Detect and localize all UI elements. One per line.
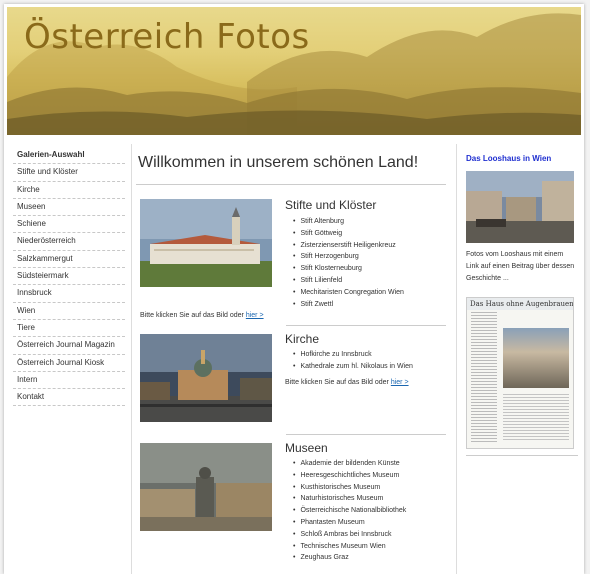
click-hint-text: Bitte klicken Sie auf das Bild oder <box>285 379 389 386</box>
sidebar-item-stifte[interactable]: Stifte und Klöster <box>13 164 125 182</box>
sidebar-item-journal-magazin[interactable]: Österreich Journal Magazin <box>13 337 125 355</box>
site-title[interactable]: Österreich Fotos <box>24 17 310 57</box>
gallery-section-stifte: Stifte und Klöster Stift Altenburg Stift… <box>136 185 446 325</box>
list-item: Schloß Ambras bei Innsbruck <box>300 529 406 541</box>
list-item: Zeughaus Graz <box>300 552 406 564</box>
sidebar-item-salzkammergut[interactable]: Salzkammergut <box>13 251 125 269</box>
list-item: Kusthistorisches Museum <box>300 482 406 494</box>
list-item: Österreichische Nationalbibliothek <box>300 505 406 517</box>
gallery-section-museen: Museen Akademie der bildenden Künste Hee… <box>136 435 446 574</box>
section-title: Kirche <box>285 332 320 346</box>
sidebar-item-niederoesterreich[interactable]: Niederösterreich <box>13 233 125 251</box>
sidebar-item-kirche[interactable]: Kirche <box>13 182 125 199</box>
main-content: Willkommen in unserem schönen Land! Stif… <box>136 144 446 574</box>
sidebar-item-tiere[interactable]: Tiere <box>13 320 125 338</box>
list-item: Stift Klosterneuburg <box>300 263 404 275</box>
divider <box>466 455 578 456</box>
click-hint: Bitte klicken Sie auf das Bild oder hier… <box>140 312 264 319</box>
list-item: Mechitaristen Congregation Wien <box>300 287 404 299</box>
list-item: Kathedrale zum hl. Nikolaus in Wien <box>300 361 412 373</box>
thumbnail-museen[interactable] <box>140 443 272 531</box>
list-item: Heeresgeschichtliches Museum <box>300 470 406 482</box>
list-item: Technisches Museum Wien <box>300 541 406 553</box>
sidebar-item-intern[interactable]: Intern <box>13 372 125 390</box>
click-hint-text: Bitte klicken Sie auf das Bild oder <box>140 312 244 319</box>
sidebar-item-kontakt[interactable]: Kontakt <box>13 389 125 407</box>
list-item: Hofkirche zu Innsbruck <box>300 349 413 361</box>
aside-text: Fotos vom Looshaus mit einem Link auf ei… <box>466 251 575 282</box>
click-hint: Bitte klicken Sie auf das Bild oder hier… <box>285 379 409 386</box>
article-headline: Das Haus ohne Augenbrauen <box>467 298 573 310</box>
sidebar-nav: Galerien-Auswahl Stifte und Klöster Kirc… <box>13 147 125 407</box>
looshaus-photo[interactable] <box>466 171 574 243</box>
here-link[interactable]: hier > <box>391 379 409 386</box>
sidebar-item-museen[interactable]: Museen <box>13 199 125 217</box>
aside-title[interactable]: Das Looshaus in Wien <box>466 154 578 163</box>
sidebar-heading-galerien: Galerien-Auswahl <box>13 147 125 165</box>
section-title: Museen <box>285 441 328 455</box>
sidebar-item-suedsteiermark[interactable]: Südsteiermark <box>13 268 125 286</box>
here-link[interactable]: hier > <box>246 312 264 319</box>
list-item: Stift Altenburg <box>300 216 404 228</box>
section-list: Akademie der bildenden Künste Heeresgesc… <box>300 458 406 564</box>
list-item: Stift Zwettl <box>300 299 404 311</box>
thumbnail-kirche[interactable] <box>140 334 272 422</box>
column-divider <box>456 144 457 574</box>
list-item: Stift Herzogenburg <box>300 251 404 263</box>
sidebar-item-schiene[interactable]: Schiene <box>13 216 125 234</box>
list-item: Stift Lilienfeld <box>300 275 404 287</box>
column-divider <box>131 144 132 574</box>
thumbnail-stift[interactable] <box>140 199 272 287</box>
gallery-section-kirche: Kirche Hofkirche zu Innsbruck Kathedrale… <box>136 326 446 434</box>
sidebar-item-wien[interactable]: Wien <box>13 303 125 320</box>
sidebar-item-journal-kiosk[interactable]: Österreich Journal Kiosk <box>13 355 125 372</box>
article-image[interactable]: Das Haus ohne Augenbrauen <box>466 297 574 449</box>
sidebar-item-innsbruck[interactable]: Innsbruck <box>13 285 125 303</box>
list-item: Stift Göttweig <box>300 228 404 240</box>
header-banner: Österreich Fotos <box>7 7 581 135</box>
list-item: Akademie der bildenden Künste <box>300 458 406 470</box>
list-item: Phantasten Museum <box>300 517 406 529</box>
page: Österreich Fotos Galerien-Auswahl Stifte… <box>4 4 584 574</box>
section-list: Hofkirche zu Innsbruck Kathedrale zum hl… <box>300 349 413 373</box>
list-item: Naturhistorisches Museum <box>300 493 406 505</box>
welcome-heading: Willkommen in unserem schönen Land! <box>138 154 419 171</box>
list-item: Zisterzienserstift Heiligenkreuz <box>300 240 404 252</box>
section-title: Stifte und Klöster <box>285 198 377 212</box>
section-list: Stift Altenburg Stift Göttweig Zisterzie… <box>300 216 404 311</box>
right-sidebar: Das Looshaus in Wien Fotos vom Looshaus … <box>466 154 578 456</box>
